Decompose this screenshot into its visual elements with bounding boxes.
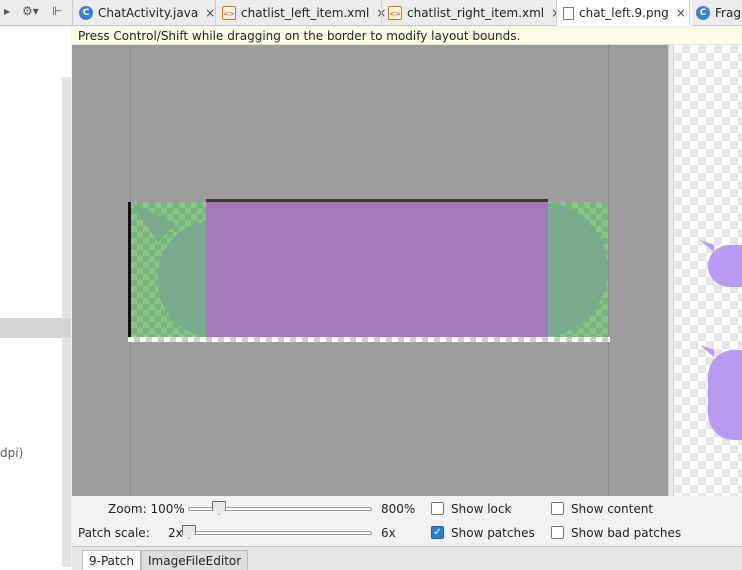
show-patches-label[interactable]: Show patches <box>451 526 535 540</box>
patch-scale-slider-thumb[interactable] <box>182 525 196 539</box>
close-icon[interactable]: × <box>676 6 686 20</box>
zoom-slider-thumb[interactable] <box>211 501 226 515</box>
tab-label: chat_left.9.png <box>579 6 669 20</box>
stretch-preview-panel <box>674 45 742 496</box>
hint-banner: Press Control/Shift while dragging on th… <box>72 27 742 45</box>
tab-9-patch[interactable]: 9-Patch <box>82 550 141 570</box>
show-content-label[interactable]: Show content <box>571 502 653 516</box>
stretch-patch-center <box>206 202 548 337</box>
preview-bubble-small <box>708 245 742 287</box>
project-panel <box>0 27 71 570</box>
show-lock-label[interactable]: Show lock <box>451 502 511 516</box>
tab-chatlist-left-item-xml[interactable]: <> chatlist_left_item.xml × <box>215 0 392 26</box>
tab-label: Frag <box>715 6 741 20</box>
tab-frag[interactable]: C Frag <box>689 0 742 26</box>
collapse-icon[interactable]: ⊩ <box>52 4 62 18</box>
editor-bottom-tabs: 9-Patch ImageFileEditor <box>72 546 742 570</box>
dpi-label: dpi) <box>0 446 24 460</box>
selected-tree-row[interactable] <box>0 318 71 338</box>
zoom-max-label: 800% <box>381 502 416 516</box>
tab-chat-left-9-png[interactable]: chat_left.9.png × <box>556 0 692 26</box>
tab-chatactivity-java[interactable]: C ChatActivity.java × <box>72 0 221 26</box>
preview-bubble-tail <box>700 345 714 357</box>
java-class-icon: C <box>696 6 710 20</box>
xml-file-icon: <> <box>388 6 402 20</box>
patch-scale-slider-track[interactable] <box>182 531 372 535</box>
image-file-icon <box>563 6 574 20</box>
show-lock-checkbox[interactable] <box>431 502 444 515</box>
patch-scale-max-label: 6x <box>381 526 396 540</box>
xml-file-icon: <> <box>222 6 236 20</box>
top-stretch-marker[interactable] <box>206 199 548 202</box>
nine-patch-canvas[interactable] <box>72 45 668 496</box>
tab-label: chatlist_right_item.xml <box>407 6 545 20</box>
patch-scale-min-label: 2x <box>168 526 183 540</box>
nine-patch-controls: Zoom: 100% 800% Patch scale: 2x 6x Show … <box>72 496 742 546</box>
bottom-border-marker[interactable] <box>128 337 610 342</box>
close-icon[interactable]: × <box>205 6 215 20</box>
java-class-icon: C <box>79 6 93 20</box>
zoom-label: Zoom: 100% <box>108 502 185 516</box>
left-stretch-marker[interactable] <box>128 202 131 338</box>
tab-chatlist-right-item-xml[interactable]: <> chatlist_right_item.xml × <box>381 0 567 26</box>
patch-scale-label: Patch scale: <box>78 526 150 540</box>
show-bad-patches-label[interactable]: Show bad patches <box>571 526 681 540</box>
scroll-indicator-icon[interactable]: ▸ <box>4 4 10 18</box>
preview-bubble-tail <box>700 240 714 252</box>
ide-window: ▸ ⚙▾ ⊩ C ChatActivity.java × <> chatlist… <box>0 0 742 570</box>
tab-label: chatlist_left_item.xml <box>241 6 370 20</box>
tab-image-file-editor[interactable]: ImageFileEditor <box>141 550 249 570</box>
tab-label: ChatActivity.java <box>98 6 199 20</box>
nine-patch-image[interactable] <box>128 199 610 343</box>
gear-icon[interactable]: ⚙▾ <box>22 4 39 18</box>
editor-tab-bar: ▸ ⚙▾ ⊩ C ChatActivity.java × <> chatlist… <box>0 0 742 26</box>
show-patches-checkbox[interactable]: ✓ <box>431 526 444 539</box>
show-content-checkbox[interactable] <box>551 502 564 515</box>
preview-bubble-large <box>708 350 742 440</box>
show-bad-patches-checkbox[interactable] <box>551 526 564 539</box>
